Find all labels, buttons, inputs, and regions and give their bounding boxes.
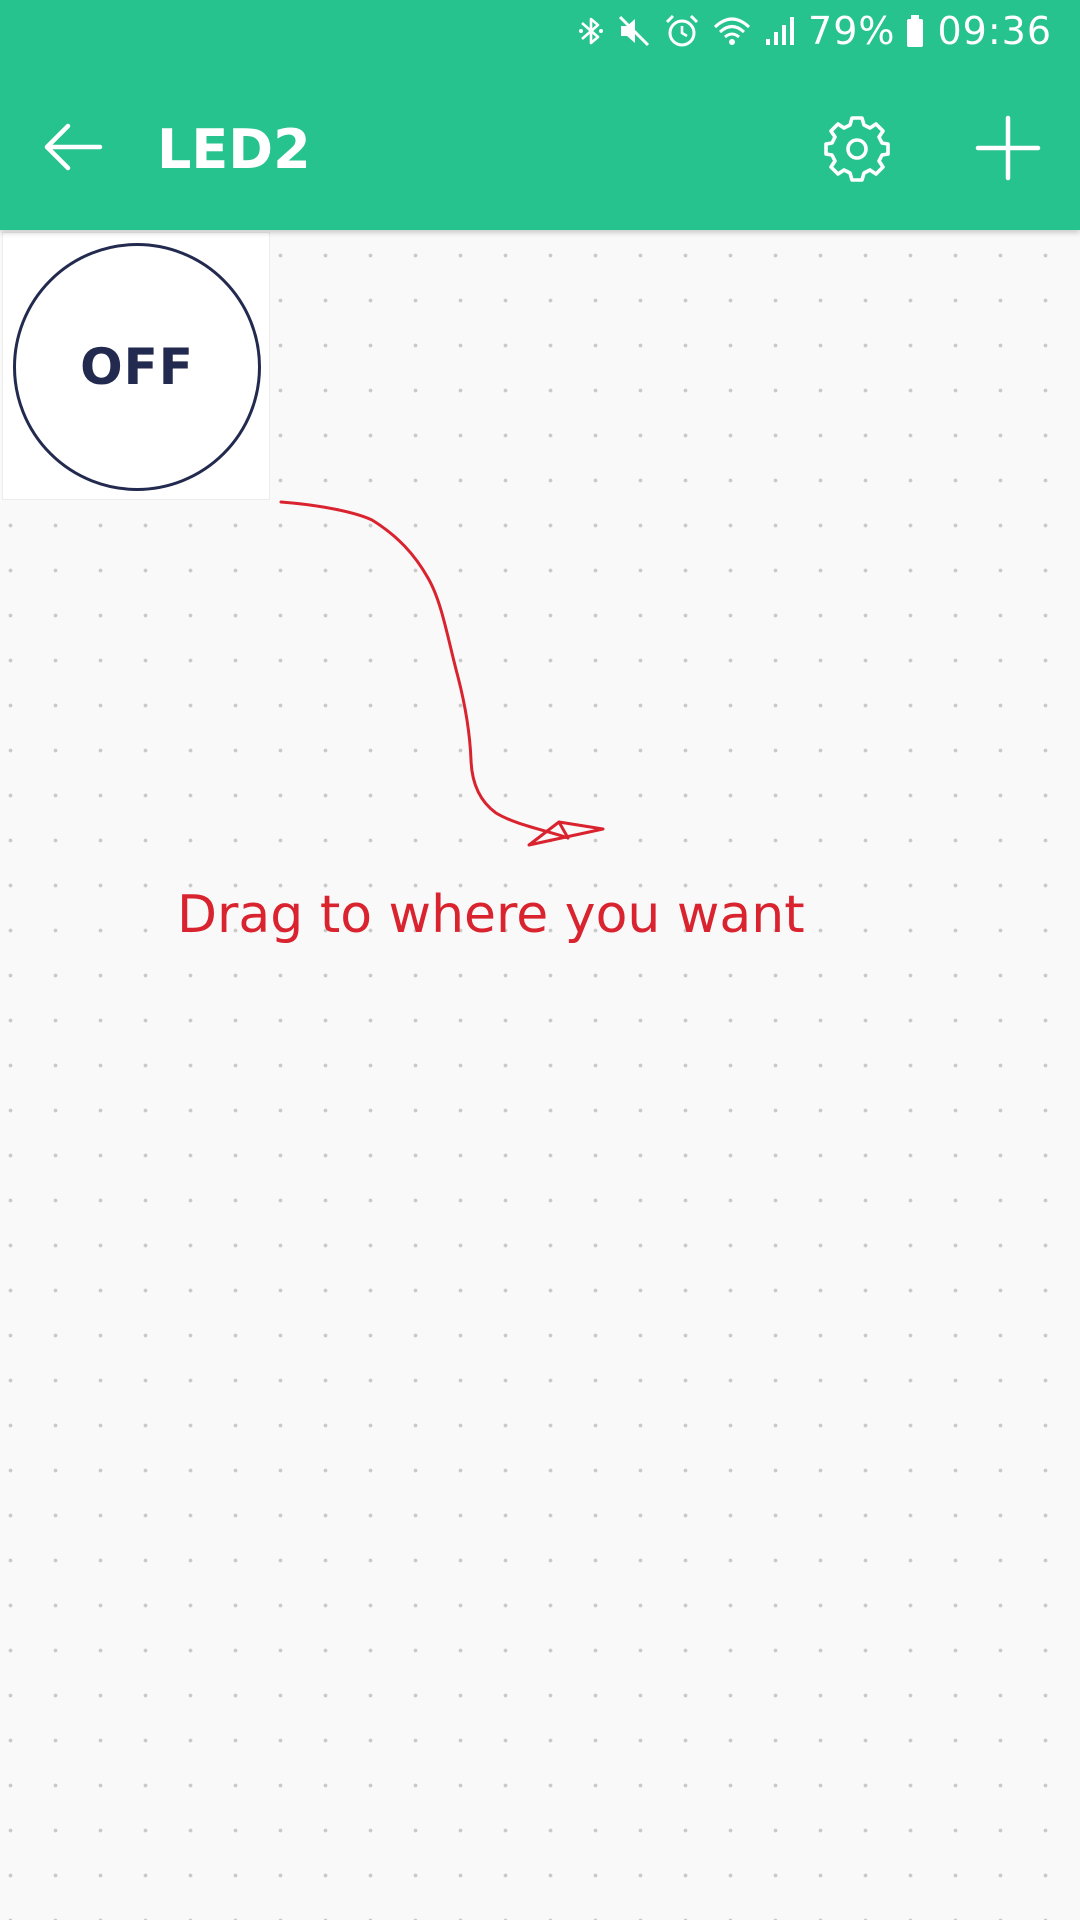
app-bar: 79% 09:36 LED2 bbox=[0, 0, 1080, 230]
plus-icon bbox=[975, 115, 1041, 181]
drag-hint-text: Drag to where you want bbox=[177, 885, 805, 945]
battery-percent: 79% bbox=[808, 9, 896, 53]
button-label: OFF bbox=[80, 338, 194, 396]
gear-icon bbox=[824, 116, 890, 182]
toggle-button[interactable]: OFF bbox=[13, 243, 261, 491]
mute-icon bbox=[616, 13, 652, 49]
button-widget[interactable]: OFF bbox=[2, 232, 270, 500]
wifi-icon bbox=[712, 13, 752, 49]
back-button[interactable] bbox=[38, 112, 108, 182]
bluetooth-icon bbox=[578, 13, 604, 49]
signal-icon bbox=[764, 13, 796, 49]
arrow-left-icon bbox=[44, 123, 103, 171]
battery-icon bbox=[905, 13, 925, 49]
alarm-icon bbox=[664, 13, 700, 49]
clock-time: 09:36 bbox=[937, 9, 1052, 53]
page-title: LED2 bbox=[157, 118, 311, 181]
settings-button[interactable] bbox=[820, 112, 894, 186]
dashboard-canvas[interactable]: OFF Drag to where you want bbox=[0, 230, 1080, 1920]
status-bar: 79% 09:36 bbox=[578, 8, 1062, 54]
add-widget-button[interactable] bbox=[972, 112, 1044, 184]
